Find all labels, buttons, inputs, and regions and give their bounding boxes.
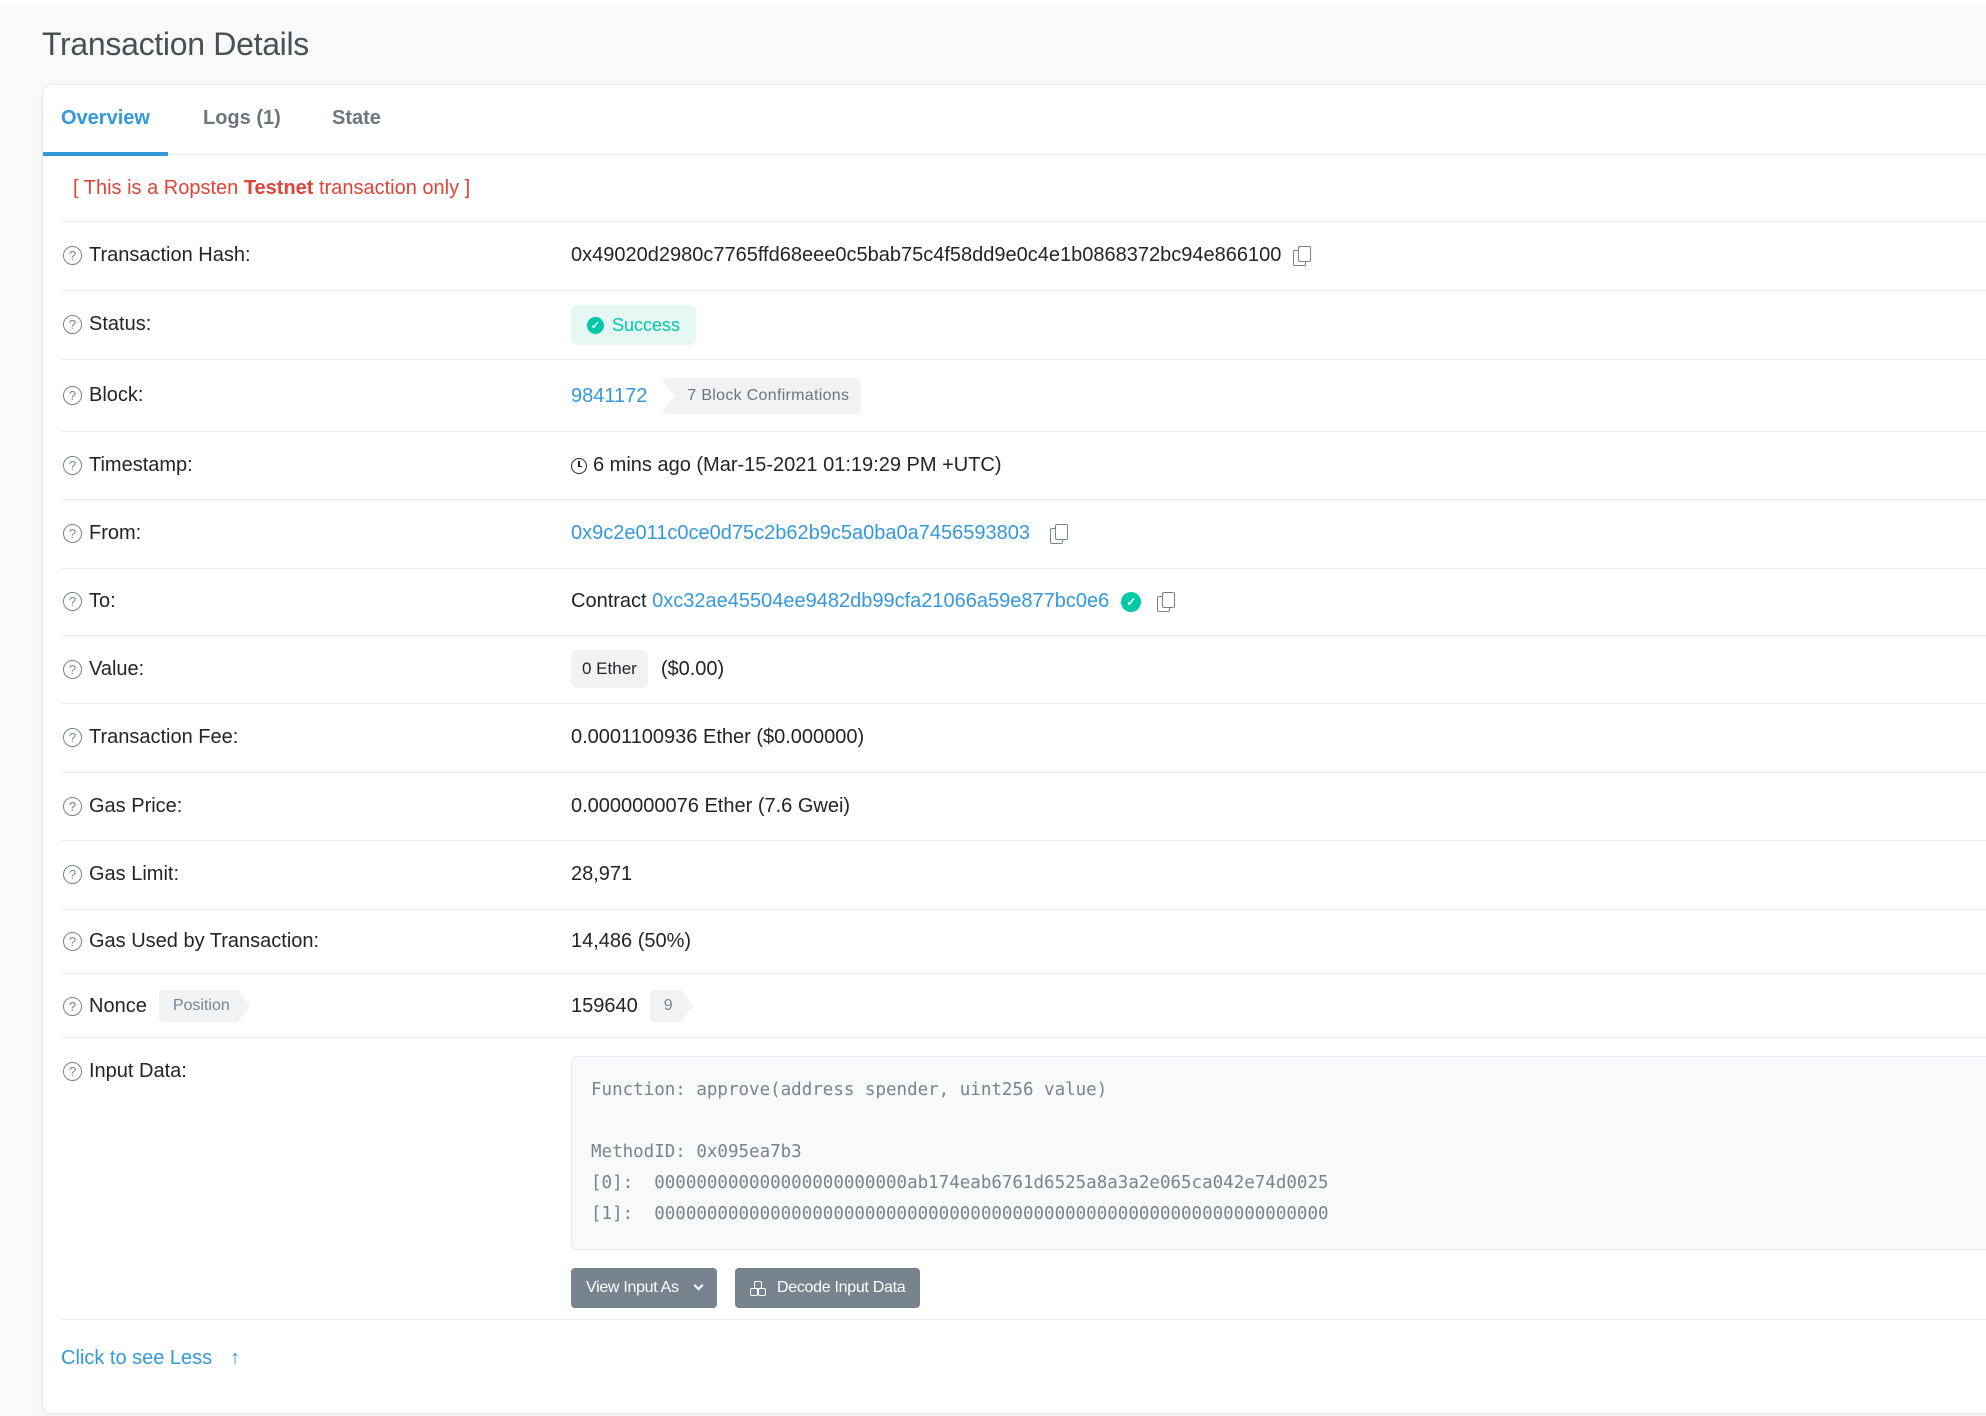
row-input-data: ? Input Data: Function: approve(address s… (61, 1037, 1986, 1319)
input-data-label: Input Data: (89, 1060, 187, 1082)
row-to: ? To: Contract 0xc32ae45504ee9482db99cfa2… (61, 568, 1986, 635)
row-value: ? Value: 0 Ether ($0.00) (61, 635, 1986, 703)
help-icon[interactable]: ? (63, 728, 82, 747)
help-icon[interactable]: ? (63, 1062, 82, 1081)
status-value: Success (612, 314, 681, 335)
fee-label: Transaction Fee: (89, 726, 239, 748)
gas-limit-value: 28,971 (571, 863, 633, 885)
input-line-param-1: [1]: 00000000000000000000000000000000000… (591, 1204, 1329, 1224)
row-transaction-fee: ? Transaction Fee: 0.0001100936 Ether ($0… (61, 703, 1986, 772)
banner-suffix: transaction only ] (313, 177, 471, 199)
copy-icon[interactable] (1293, 245, 1312, 266)
input-data-box[interactable]: Function: approve(address spender, uint2… (571, 1056, 1986, 1250)
status-badge: ✓ Success (571, 305, 697, 345)
row-nonce: ? Nonce Position 159640 9 (61, 973, 1986, 1037)
transaction-hash-value: 0x49020d2980c7765ffd68eee0c5bab75c4f58dd… (571, 244, 1282, 266)
see-less-label: Click to see Less (61, 1347, 213, 1369)
timestamp-label: Timestamp: (89, 454, 193, 476)
divider (61, 1319, 1986, 1320)
gas-price-value: 0.0000000076 Ether (7.6 Gwei) (571, 795, 851, 817)
tab-logs[interactable]: Logs (1) (203, 85, 281, 155)
contract-prefix: Contract (571, 590, 647, 612)
gas-used-label: Gas Used by Transaction: (89, 930, 320, 952)
gas-price-label: Gas Price: (89, 795, 183, 817)
block-label: Block: (89, 384, 144, 406)
view-input-as-button[interactable]: View Input As (571, 1268, 717, 1308)
help-icon[interactable]: ? (63, 246, 82, 265)
row-from: ? From: 0x9c2e011c0ce0d75c2b62b9c5a0ba0a7… (61, 499, 1986, 568)
banner-bold: Testnet (243, 177, 314, 199)
row-status: ? Status: ✓ Success (61, 290, 1986, 359)
block-number-link[interactable]: 9841172 (571, 385, 647, 408)
gas-limit-label: Gas Limit: (89, 863, 180, 885)
row-gas-used: ? Gas Used by Transaction: 14,486 (50%) (61, 909, 1986, 973)
from-address-link[interactable]: 0x9c2e011c0ce0d75c2b62b9c5a0ba0a74565938… (571, 522, 1030, 545)
decode-input-label: Decode Input Data (777, 1279, 906, 1296)
help-icon[interactable]: ? (63, 386, 82, 405)
transaction-card: Overview Logs (1) State [ This is a Rops… (42, 84, 1986, 1414)
gas-used-value: 14,486 (50%) (571, 930, 692, 952)
row-block: ? Block: 9841172 7 Block Confirmations (61, 359, 1986, 431)
tab-state[interactable]: State (332, 85, 381, 155)
testnet-banner: [ This is a Ropsten Testnet transaction … (73, 177, 470, 200)
cubes-icon (750, 1280, 768, 1296)
to-label: To: (89, 590, 116, 612)
copy-icon[interactable] (1157, 591, 1176, 612)
see-less-link[interactable]: Click to see Less ↑ (61, 1347, 240, 1370)
usd-value: ($0.00) (660, 657, 725, 680)
verified-check-icon: ✓ (1121, 591, 1142, 612)
check-circle-icon: ✓ (587, 316, 604, 334)
timestamp-value: 6 mins ago (Mar-15-2021 01:19:29 PM +UTC… (593, 454, 1002, 476)
hash-label: Transaction Hash: (89, 244, 251, 266)
ether-amount-badge: 0 Ether (571, 650, 648, 688)
chevron-down-icon (693, 1280, 704, 1291)
position-value-badge: 9 (649, 990, 693, 1022)
clock-icon (571, 457, 587, 474)
nonce-label: Nonce (89, 994, 147, 1017)
top-bar (0, 0, 1986, 7)
page-title: Transaction Details (42, 26, 310, 62)
row-transaction-hash: ? Transaction Hash: 0x49020d2980c7765ffd6… (61, 221, 1986, 290)
help-icon[interactable]: ? (63, 456, 82, 475)
copy-icon[interactable] (1049, 523, 1068, 544)
input-line-function: Function: approve(address spender, uint2… (591, 1080, 1108, 1100)
row-gas-price: ? Gas Price: 0.0000000076 Ether (7.6 Gwei… (61, 772, 1986, 840)
input-line-param-0: [0]: 000000000000000000000000ab174eab676… (591, 1173, 1329, 1193)
help-icon[interactable]: ? (63, 932, 82, 951)
from-label: From: (89, 522, 142, 544)
help-icon[interactable]: ? (63, 524, 82, 543)
confirmations-badge: 7 Block Confirmations (661, 378, 862, 414)
fee-value: 0.0001100936 Ether ($0.000000) (571, 726, 865, 748)
help-icon[interactable]: ? (63, 865, 82, 884)
help-icon[interactable]: ? (63, 315, 82, 334)
row-timestamp: ? Timestamp: 6 mins ago (Mar-15-2021 01:1… (61, 431, 1986, 499)
help-icon[interactable]: ? (63, 996, 82, 1016)
help-icon[interactable]: ? (63, 660, 82, 679)
help-icon[interactable]: ? (63, 592, 82, 611)
input-line-blank (591, 1106, 1986, 1137)
status-label: Status: (89, 313, 152, 335)
banner-prefix: [ This is a Ropsten (73, 177, 244, 199)
nonce-value: 159640 (571, 994, 638, 1017)
row-gas-limit: ? Gas Limit: 28,971 (61, 840, 1986, 909)
detail-rows: ? Transaction Hash: 0x49020d2980c7765ffd6… (61, 221, 1986, 1320)
arrow-up-icon: ↑ (230, 1347, 241, 1369)
tab-overview[interactable]: Overview (43, 85, 168, 156)
position-badge: Position (158, 990, 250, 1022)
decode-input-button[interactable]: Decode Input Data (735, 1268, 921, 1308)
to-contract-link[interactable]: 0xc32ae45504ee9482db99cfa21066a59e877bc0… (652, 590, 1109, 613)
tab-bar: Overview Logs (1) State (43, 85, 1986, 156)
value-label: Value: (89, 658, 145, 680)
help-icon[interactable]: ? (63, 797, 82, 816)
view-input-as-label: View Input As (586, 1279, 679, 1296)
input-line-method-id: MethodID: 0x095ea7b3 (591, 1142, 802, 1162)
